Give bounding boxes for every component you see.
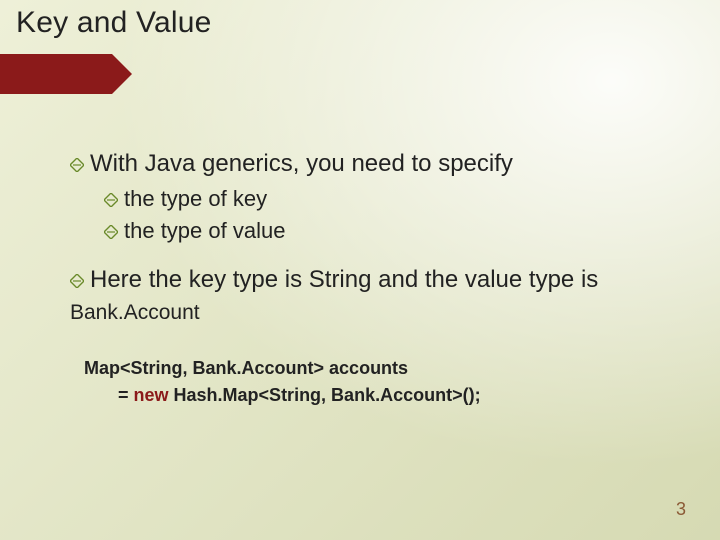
slide-title: Key and Value: [16, 6, 212, 40]
keyword-new: new: [134, 385, 169, 405]
page-number: 3: [676, 499, 686, 520]
bullet-text: With Java generics, you need to specify: [90, 150, 513, 177]
diamond-bullet-icon: [70, 274, 84, 288]
bullet-level2: the type of value: [104, 216, 690, 246]
diamond-bullet-icon: [104, 225, 118, 239]
slide-body: With Java generics, you need to specify …: [70, 148, 690, 410]
diamond-bullet-icon: [104, 193, 118, 207]
accent-ribbon: [0, 54, 112, 94]
bullet-level1: With Java generics, you need to specify: [70, 148, 690, 180]
code-line: = new Hash.Map<String, Bank.Account>();: [118, 382, 690, 410]
bullet-level2: the type of key: [104, 184, 690, 214]
diamond-bullet-icon: [70, 158, 84, 172]
bullet-level1: Here the key type is String and the valu…: [70, 264, 690, 329]
bullet-text: Here the key type is String and the valu…: [90, 266, 598, 293]
code-line: Map<String, Bank.Account> accounts: [84, 355, 690, 383]
bullet-text: the type of value: [124, 218, 285, 243]
bullet-text: the type of key: [124, 186, 267, 211]
inline-code: Bank.Account: [70, 301, 200, 324]
code-block: Map<String, Bank.Account> accounts = new…: [84, 355, 690, 411]
code-text: =: [118, 385, 134, 405]
code-text: Hash.Map<String, Bank.Account>();: [169, 385, 481, 405]
